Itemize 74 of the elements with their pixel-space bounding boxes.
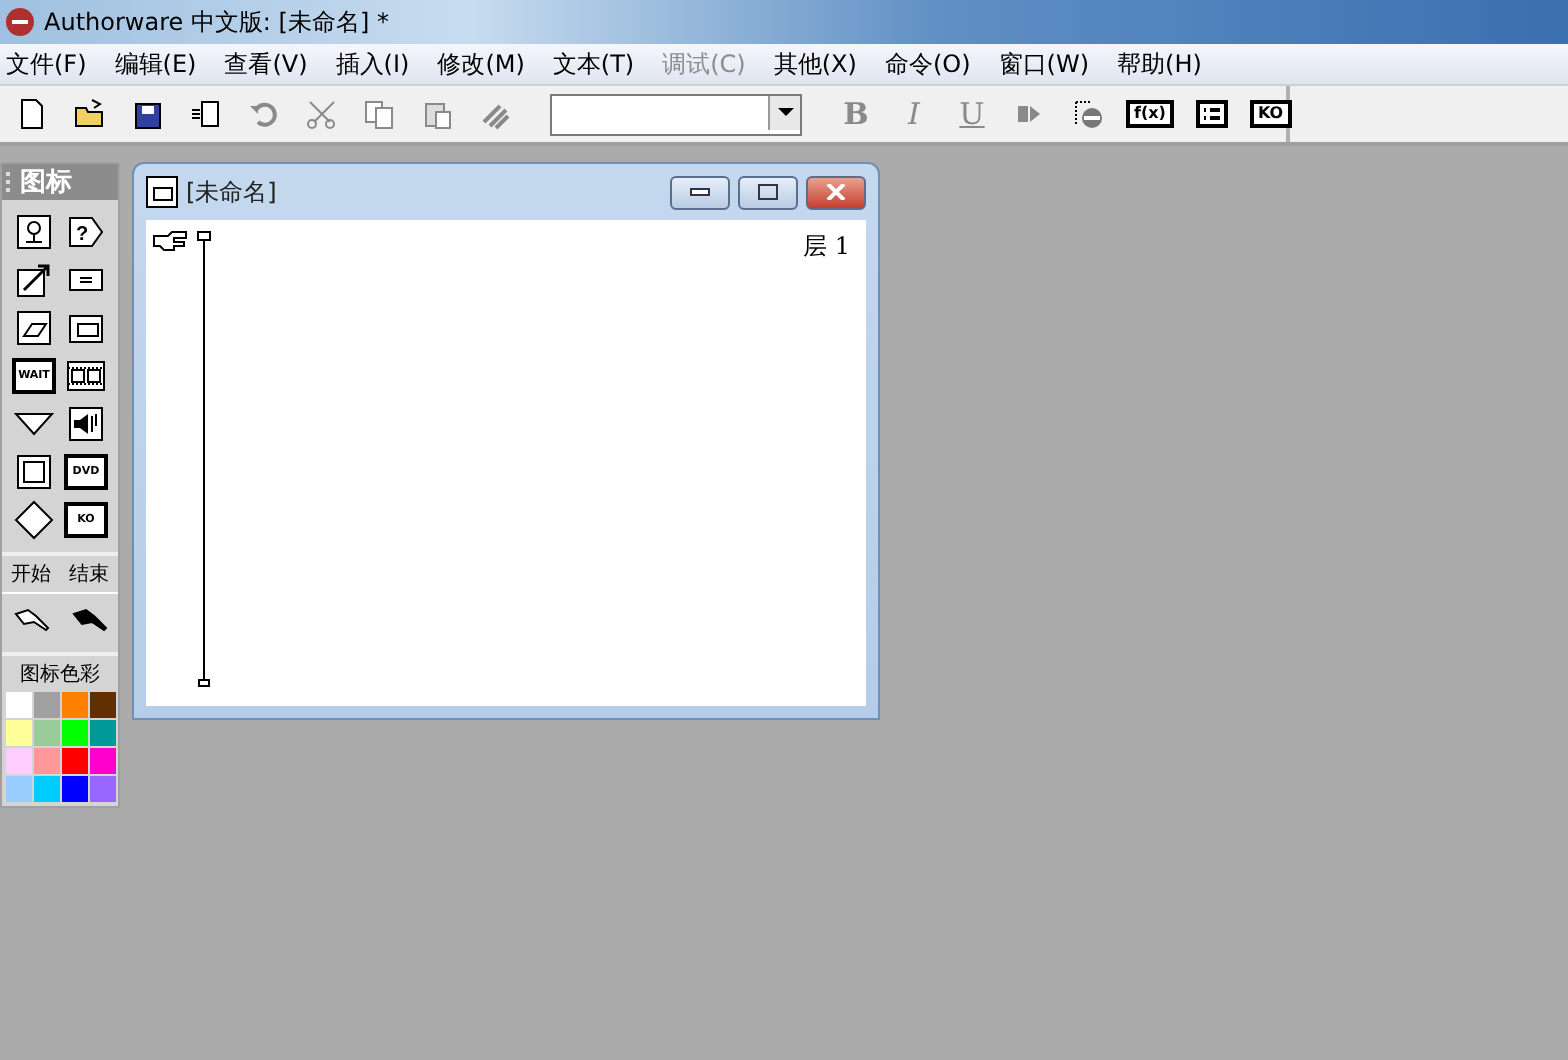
- palette-icon[interactable]: [64, 404, 108, 444]
- layer-label: 层 1: [803, 230, 850, 258]
- flag-label: 开始: [11, 562, 51, 588]
- scissors-icon: [306, 98, 338, 130]
- maximize-button[interactable]: [738, 175, 798, 209]
- color-swatch[interactable]: [33, 776, 59, 802]
- color-swatch[interactable]: [33, 692, 59, 718]
- minimize-icon: [690, 188, 710, 196]
- motion-icon-drawing: [16, 262, 52, 298]
- menu-item[interactable]: 窗口(W): [992, 47, 1104, 81]
- font-dropdown[interactable]: [550, 93, 802, 135]
- menu-item[interactable]: 查看(V): [218, 47, 322, 81]
- question-mark: ?: [76, 224, 89, 246]
- pointing-hand-icon: [152, 230, 188, 254]
- color-swatch[interactable]: [61, 748, 87, 774]
- window-title: Authorware 中文版: [未命名] *: [44, 5, 389, 39]
- menu-item[interactable]: 文件(F): [0, 47, 101, 81]
- import-icon: [190, 98, 222, 130]
- toolbar-button[interactable]: [1191, 94, 1232, 134]
- menu-item[interactable]: 帮助(H): [1111, 47, 1216, 81]
- menu-item[interactable]: 插入(I): [329, 47, 424, 81]
- diamond-icon-drawing: [14, 500, 54, 540]
- toolbar-button[interactable]: f(x): [1126, 100, 1174, 128]
- design-window-icon: [146, 176, 178, 208]
- palette-icon[interactable]: [12, 260, 56, 300]
- new-file-icon: [16, 98, 48, 130]
- film-icon-drawing: [66, 358, 106, 394]
- color-swatch[interactable]: [5, 748, 31, 774]
- color-swatch[interactable]: [61, 720, 87, 746]
- palette-icon[interactable]: [64, 356, 108, 396]
- palette-icon[interactable]: [12, 500, 56, 540]
- save-icon: [132, 98, 164, 130]
- color-swatch[interactable]: [5, 720, 31, 746]
- close-icon: [826, 184, 846, 200]
- flag-icon: [13, 608, 49, 632]
- menu-item[interactable]: 修改(M): [431, 47, 539, 81]
- undo-icon: [248, 98, 280, 130]
- display-icon-drawing: [16, 214, 52, 250]
- close-button[interactable]: [806, 175, 866, 209]
- color-swatch[interactable]: [5, 692, 31, 718]
- color-swatch[interactable]: [89, 776, 115, 802]
- flag-icon: [71, 608, 107, 632]
- color-swatch[interactable]: [61, 776, 87, 802]
- palette-icon[interactable]: [12, 308, 56, 348]
- menu-item[interactable]: 编辑(E): [108, 47, 211, 81]
- app-logo-icon: [4, 6, 36, 38]
- menu-item[interactable]: 其他(X): [767, 47, 871, 81]
- menu-item[interactable]: 命令(O): [878, 47, 985, 81]
- grip-icon: [6, 170, 14, 194]
- triangle-icon-drawing: [14, 410, 54, 438]
- maximize-icon: [758, 184, 778, 200]
- color-swatch[interactable]: [89, 692, 115, 718]
- palette-icon[interactable]: [12, 212, 56, 252]
- dropdown-caret-icon: [777, 107, 793, 117]
- palette-icon[interactable]: [12, 452, 56, 492]
- list-window-icon: [1195, 98, 1228, 130]
- colors-title: 图标色彩: [18, 661, 102, 690]
- color-swatch[interactable]: [89, 748, 115, 774]
- copy-icon: [364, 98, 396, 130]
- color-swatch[interactable]: [89, 720, 115, 746]
- speaker-icon-drawing: [68, 406, 104, 442]
- open-folder-icon: [74, 98, 106, 130]
- color-swatch[interactable]: [5, 776, 31, 802]
- paste-icon: [422, 98, 454, 130]
- color-swatch[interactable]: [33, 720, 59, 746]
- design-window-title: [未命名]: [186, 175, 279, 209]
- flag-label: 结束: [69, 561, 109, 588]
- color-swatch[interactable]: [33, 748, 59, 774]
- minimize-button[interactable]: [670, 175, 730, 209]
- menu-item[interactable]: 文本(T): [546, 47, 649, 81]
- color-swatch[interactable]: [61, 692, 87, 718]
- palette-title: 图标: [20, 166, 72, 200]
- toolbar-button[interactable]: KO: [1249, 100, 1292, 128]
- frame-icon-drawing: [14, 452, 54, 492]
